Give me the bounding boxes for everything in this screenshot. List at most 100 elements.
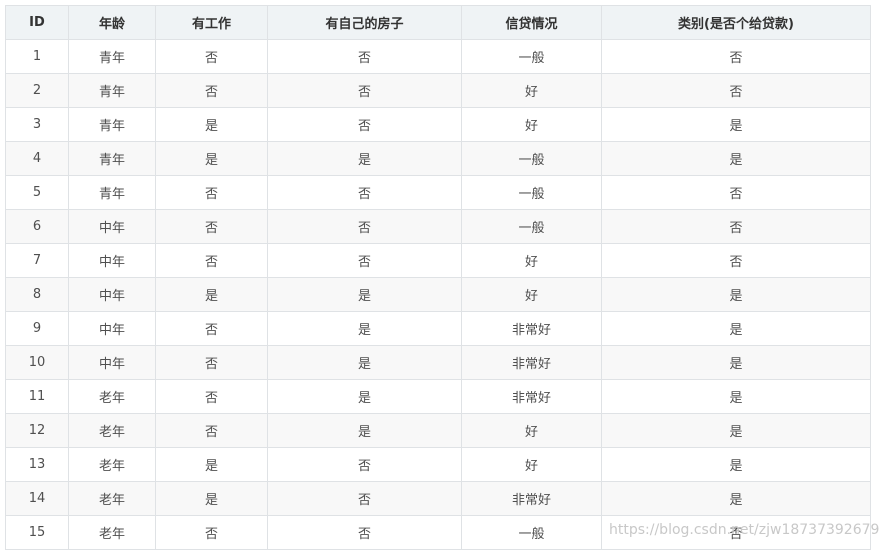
table-row: 4 青年是是一般是 [5,141,871,176]
table-row: 2 青年否否好否 [5,73,871,108]
cell-has-job: 否 [155,345,268,380]
cell-has-job: 否 [155,243,268,278]
column-header-own-house: 有自己的房子 [267,5,462,40]
cell-credit: 好 [461,107,602,142]
cell-has-job: 否 [155,515,268,550]
table-body: 1 青年否否一般否 2 青年否否好否 3 青年是否好是 4 青年是是一般是 5 青年否否一般否 6 中… [5,39,871,550]
cell-credit: 非常好 [461,379,602,414]
cell-age: 中年 [68,209,156,244]
cell-has-job: 否 [155,379,268,414]
cell-age: 中年 [68,311,156,346]
cell-class: 是 [601,311,871,346]
cell-age: 青年 [68,175,156,210]
cell-own-house: 否 [267,107,462,142]
cell-own-house: 是 [267,141,462,176]
cell-own-house: 否 [267,175,462,210]
cell-class: 是 [601,345,871,380]
column-header-age: 年龄 [68,5,156,40]
cell-id: 12 [5,413,69,448]
cell-id: 9 [5,311,69,346]
cell-has-job: 是 [155,447,268,482]
table-row: 12 老年否是好是 [5,413,871,448]
cell-id: 2 [5,73,69,108]
cell-credit: 好 [461,447,602,482]
column-header-class: 类别(是否个给贷款) [601,5,871,40]
cell-own-house: 否 [267,73,462,108]
table-row: 7 中年否否好否 [5,243,871,278]
cell-age: 青年 [68,39,156,74]
cell-credit: 一般 [461,515,602,550]
cell-has-job: 是 [155,277,268,312]
header-row: ID 年龄 有工作 有自己的房子 信贷情况 类别(是否个给贷款) [5,5,871,40]
cell-id: 1 [5,39,69,74]
table-header: ID 年龄 有工作 有自己的房子 信贷情况 类别(是否个给贷款) [5,5,871,40]
cell-credit: 一般 [461,141,602,176]
cell-own-house: 否 [267,243,462,278]
cell-own-house: 是 [267,413,462,448]
cell-age: 中年 [68,345,156,380]
cell-class: 是 [601,141,871,176]
cell-id: 13 [5,447,69,482]
cell-age: 老年 [68,481,156,516]
cell-age: 中年 [68,243,156,278]
cell-age: 中年 [68,277,156,312]
cell-has-job: 是 [155,141,268,176]
cell-id: 11 [5,379,69,414]
cell-age: 青年 [68,73,156,108]
cell-age: 老年 [68,447,156,482]
data-table-container: ID 年龄 有工作 有自己的房子 信贷情况 类别(是否个给贷款) 1 青年否否一般否 2 青年否… [5,5,871,550]
cell-own-house: 是 [267,379,462,414]
cell-has-job: 否 [155,413,268,448]
cell-credit: 好 [461,73,602,108]
cell-class: 是 [601,107,871,142]
cell-has-job: 否 [155,311,268,346]
cell-id: 7 [5,243,69,278]
table-row: 3 青年是否好是 [5,107,871,142]
cell-credit: 非常好 [461,481,602,516]
cell-id: 8 [5,277,69,312]
cell-has-job: 否 [155,175,268,210]
cell-class: 否 [601,39,871,74]
cell-own-house: 否 [267,481,462,516]
cell-has-job: 是 [155,481,268,516]
cell-own-house: 否 [267,39,462,74]
cell-id: 6 [5,209,69,244]
cell-age: 老年 [68,515,156,550]
cell-own-house: 否 [267,209,462,244]
cell-own-house: 是 [267,345,462,380]
table-row: 9 中年否是非常好是 [5,311,871,346]
cell-age: 青年 [68,107,156,142]
cell-has-job: 否 [155,73,268,108]
loan-data-table: ID 年龄 有工作 有自己的房子 信贷情况 类别(是否个给贷款) 1 青年否否一般否 2 青年否… [5,5,871,550]
cell-own-house: 是 [267,277,462,312]
column-header-credit: 信贷情况 [461,5,602,40]
table-row: 11 老年否是非常好是 [5,379,871,414]
cell-credit: 非常好 [461,311,602,346]
cell-credit: 一般 [461,39,602,74]
cell-class: 否 [601,73,871,108]
cell-credit: 一般 [461,209,602,244]
cell-id: 4 [5,141,69,176]
column-header-has-job: 有工作 [155,5,268,40]
table-row: 8 中年是是好是 [5,277,871,312]
cell-class: 否 [601,243,871,278]
cell-id: 3 [5,107,69,142]
cell-credit: 好 [461,277,602,312]
cell-id: 14 [5,481,69,516]
table-row: 5 青年否否一般否 [5,175,871,210]
cell-id: 10 [5,345,69,380]
cell-own-house: 是 [267,311,462,346]
cell-credit: 好 [461,243,602,278]
table-row: 10 中年否是非常好是 [5,345,871,380]
cell-age: 老年 [68,379,156,414]
cell-has-job: 否 [155,209,268,244]
cell-class: 否 [601,175,871,210]
column-header-id: ID [5,5,69,40]
cell-own-house: 否 [267,447,462,482]
cell-id: 5 [5,175,69,210]
cell-has-job: 是 [155,107,268,142]
cell-class: 是 [601,481,871,516]
table-row: 6 中年否否一般否 [5,209,871,244]
cell-age: 青年 [68,141,156,176]
cell-credit: 一般 [461,175,602,210]
